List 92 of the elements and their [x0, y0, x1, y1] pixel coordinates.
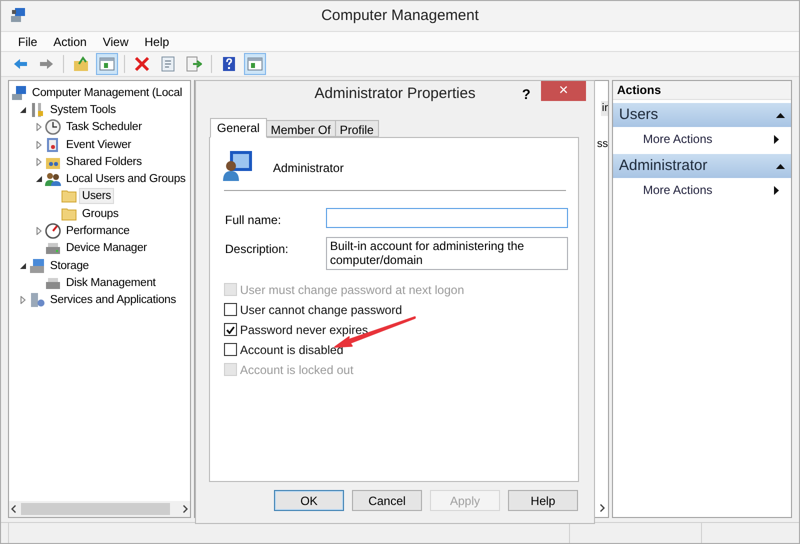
tree-item[interactable]: Users: [79, 188, 114, 204]
tree-item[interactable]: Local Users and Groups: [63, 171, 189, 188]
tree-item[interactable]: Groups: [79, 206, 122, 222]
tree-item[interactable]: Performance: [63, 223, 133, 240]
close-button[interactable]: ×: [541, 81, 586, 101]
device-icon: [45, 240, 61, 256]
tree-item[interactable]: Event Viewer: [63, 136, 134, 153]
menu-item[interactable]: View: [96, 32, 136, 50]
folder-up-icon: [73, 56, 89, 72]
tree-pane-icon: [99, 56, 115, 72]
dialog-title: Administrator Properties: [314, 84, 476, 104]
action-label: More Actions: [643, 131, 712, 148]
tree-pane-button[interactable]: [96, 53, 118, 75]
collapse-triangle-icon[interactable]: [36, 176, 42, 182]
delete-icon: [134, 56, 150, 72]
dialog-button[interactable]: Cancel: [352, 490, 422, 511]
collapse-triangle-icon[interactable]: [20, 262, 26, 269]
horizontal-scrollbar[interactable]: [9, 501, 190, 517]
table-cell-text: ss: [597, 137, 608, 152]
submenu-arrow-icon: [774, 186, 779, 194]
action-link[interactable]: More Actions: [613, 178, 791, 202]
checkbox-label: Account is locked out: [240, 362, 354, 378]
action-pane-button[interactable]: [244, 53, 266, 75]
scroll-right-icon[interactable]: [600, 504, 605, 512]
pane-title: Actions: [613, 81, 791, 100]
services-icon: [29, 292, 45, 308]
expand-triangle-icon[interactable]: [36, 158, 42, 166]
field-label: Full name:: [225, 212, 282, 229]
action-link[interactable]: More Actions: [613, 127, 791, 151]
tree-item[interactable]: Device Manager: [63, 240, 150, 256]
dialog-button[interactable]: OK: [274, 490, 344, 511]
checkbox[interactable]: [224, 303, 237, 316]
expand-triangle-icon[interactable]: [36, 140, 42, 149]
tree-item[interactable]: Services and Applications: [47, 292, 180, 308]
tab[interactable]: Member Of: [266, 120, 336, 137]
expand-triangle-icon[interactable]: [20, 296, 26, 304]
checkbox-label: Password never expires: [240, 322, 368, 338]
tree-item[interactable]: Shared Folders: [63, 154, 145, 170]
tree-item[interactable]: Task Scheduler: [63, 119, 145, 136]
user-name: Administrator: [273, 160, 344, 177]
name-field[interactable]: [326, 208, 568, 228]
forward-arrow-icon: [38, 56, 54, 72]
tab[interactable]: General: [210, 118, 267, 138]
checkbox[interactable]: [224, 323, 237, 336]
checkbox-label: User must change password at next logon: [240, 282, 464, 298]
section-header[interactable]: Users: [613, 103, 791, 127]
checkbox-label: User cannot change password: [240, 302, 402, 318]
checkbox-label: Account is disabled: [240, 342, 344, 358]
back-arrow-icon: [12, 56, 28, 72]
section-title: Administrator: [619, 156, 708, 176]
collapse-triangle-icon[interactable]: [20, 106, 26, 113]
properties-icon: [160, 56, 176, 72]
check-icon: [226, 326, 235, 334]
tab[interactable]: Profile: [334, 120, 379, 137]
collapse-caret-icon: [776, 164, 785, 168]
tree-item[interactable]: Storage: [47, 258, 92, 274]
storage-icon: [29, 258, 45, 274]
user-icon: [222, 150, 254, 182]
scroll-left-icon[interactable]: [11, 505, 16, 513]
menu-item[interactable]: Action: [46, 32, 94, 50]
column-header[interactable]: ir: [600, 101, 608, 116]
section-title: Users: [619, 104, 658, 125]
scroll-right-icon[interactable]: [183, 505, 188, 513]
submenu-arrow-icon: [774, 134, 779, 144]
window-title: Computer Management: [321, 6, 479, 26]
collapse-caret-icon: [776, 112, 785, 118]
users-icon: [45, 171, 61, 188]
description-field[interactable]: Built-in account for administering the computer/domain: [326, 237, 568, 270]
menu-item[interactable]: File: [11, 32, 44, 50]
folder-icon: [61, 188, 77, 204]
app-icon: [10, 7, 26, 23]
gauge-icon: [45, 223, 61, 240]
action-pane-icon: [247, 56, 263, 72]
computer-icon: [11, 84, 27, 101]
menu-item[interactable]: Help: [138, 32, 176, 50]
help-icon: [221, 56, 237, 72]
dialog-button[interactable]: Help: [508, 490, 578, 511]
tools-icon: [29, 102, 45, 118]
folder-icon: [61, 206, 77, 222]
tree-item[interactable]: Disk Management: [63, 274, 159, 291]
clock-icon: [45, 119, 61, 136]
export-icon: [186, 56, 202, 72]
tree-item[interactable]: Computer Management (Local: [29, 84, 186, 101]
field-label: Description:: [225, 241, 290, 258]
log-icon: [45, 136, 61, 153]
help-button[interactable]: ?: [522, 84, 531, 105]
checkbox[interactable]: [224, 343, 237, 356]
tree-item[interactable]: System Tools: [47, 102, 119, 118]
section-header[interactable]: Administrator: [613, 154, 791, 178]
action-label: More Actions: [643, 182, 712, 199]
expand-triangle-icon[interactable]: [36, 123, 42, 132]
expand-triangle-icon[interactable]: [36, 227, 42, 236]
